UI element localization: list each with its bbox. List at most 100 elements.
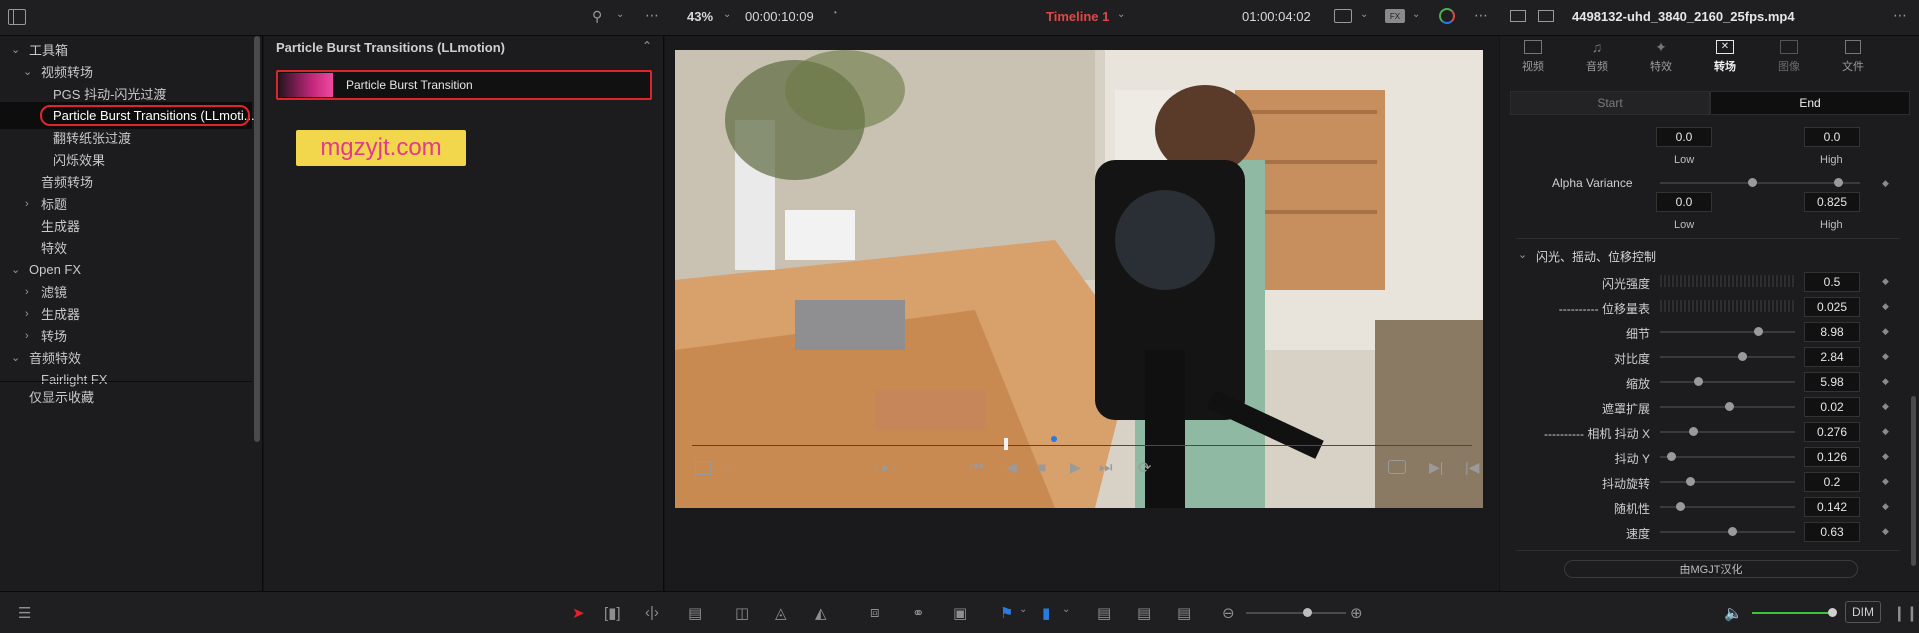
more-options-icon[interactable]: ⋯ [645,7,659,24]
link-icon[interactable]: ⚭ [912,604,925,622]
loop-icon[interactable]: ⟳ [1138,458,1151,478]
keyframe-diamond-icon[interactable]: ◆ [1882,526,1889,537]
param-slider-knob[interactable] [1686,477,1695,486]
chevron-up-icon[interactable]: ⌃ [642,39,652,53]
param-value-field[interactable]: 8.98 [1804,322,1860,342]
param-slider-track[interactable] [1660,356,1795,358]
more-options-icon[interactable]: ⋯ [1474,7,1488,24]
alpha-range-track[interactable] [1660,182,1860,184]
zoom-detail-icon[interactable]: ▤ [1137,604,1151,622]
speaker-icon[interactable]: 🔈 [1724,604,1743,622]
zoom-level[interactable]: 43% [687,9,713,24]
tab-transition[interactable]: ✕ 转场 [1705,40,1745,74]
favorites-toggle[interactable]: 仅显示收藏 [29,387,94,406]
range-high-field[interactable]: 0.0 [1804,127,1860,147]
play-reverse-icon[interactable]: ◀ [1006,459,1017,476]
param-gradient-slider[interactable] [1660,275,1795,287]
alpha-low-knob[interactable] [1748,178,1757,187]
param-slider-knob[interactable] [1694,377,1703,386]
volume-slider-track[interactable] [1752,612,1832,614]
keyframe-diamond-icon[interactable]: ◆ [1882,451,1889,462]
param-slider-knob[interactable] [1738,352,1747,361]
transform-overlay-icon[interactable] [695,461,711,475]
in-point-marker[interactable] [1051,436,1057,442]
param-gradient-slider[interactable] [1660,300,1795,312]
timeline-view-options-icon[interactable]: ☰ [18,604,31,622]
inspector-scrollbar[interactable] [1911,396,1916,566]
effect-item-particle-burst[interactable]: Particle Burst Transition [276,70,652,100]
overwrite-clip-icon[interactable]: ◬ [775,604,787,622]
keyframe-diamond-icon[interactable]: ◆ [1882,178,1889,189]
param-slider-knob[interactable] [1728,527,1737,536]
chevron-down-icon[interactable]: ⌄ [1360,9,1368,20]
viewer-scrubber-track[interactable] [692,445,1472,446]
tab-image[interactable]: 图像 [1769,40,1809,74]
keyframe-diamond-icon[interactable]: ◆ [1882,401,1889,412]
zoom-in-icon[interactable]: ⊕ [1350,604,1363,622]
chevron-down-icon[interactable]: ⌄ [1518,248,1527,261]
image-icon[interactable] [1510,10,1526,22]
param-slider-track[interactable] [1660,456,1795,458]
timeline-name[interactable]: Timeline 1 [1046,9,1109,24]
replace-clip-icon[interactable]: ◭ [815,604,827,622]
param-value-field[interactable]: 0.02 [1804,397,1860,417]
tab-file[interactable]: 文件 [1833,40,1873,74]
dim-button[interactable]: DIM [1845,601,1881,623]
zoom-custom-icon[interactable]: ▤ [1177,604,1191,622]
keyframe-diamond-icon[interactable]: ◆ [1882,501,1889,512]
param-slider-knob[interactable] [1689,427,1698,436]
param-slider-knob[interactable] [1676,502,1685,511]
keyframe-diamond-icon[interactable]: ◆ [1882,276,1889,287]
playhead-marker[interactable] [1004,438,1008,450]
fx-bypass-icon[interactable]: FX [1385,9,1405,23]
keyframe-diamond-icon[interactable]: ◆ [1882,301,1889,312]
tree-scrollbar[interactable] [254,36,260,442]
zoom-chevron-icon[interactable]: ⌄ [723,9,731,20]
insert-clip-icon[interactable]: ◫ [735,604,749,622]
keyframe-diamond-icon[interactable]: ◆ [1882,426,1889,437]
alpha-high-knob[interactable] [1834,178,1843,187]
chevron-down-icon[interactable]: ⌄ [1019,604,1027,615]
chevron-down-icon[interactable]: ⌄ [616,9,624,20]
timeline-chevron-icon[interactable]: ⌄ [1117,9,1125,20]
param-value-field[interactable]: 0.5 [1804,272,1860,292]
skip-to-start-icon[interactable]: ⏮ [970,459,984,476]
credit-button[interactable]: 由MGJT汉化 [1564,560,1858,578]
param-value-field[interactable]: 2.84 [1804,347,1860,367]
param-slider-track[interactable] [1660,431,1795,433]
param-value-field[interactable]: 0.126 [1804,447,1860,467]
zoom-slider-track[interactable] [1246,612,1346,614]
param-value-field[interactable]: 0.2 [1804,472,1860,492]
param-value-field[interactable]: 0.142 [1804,497,1860,517]
split-view-icon[interactable] [1538,10,1554,22]
marker-icon[interactable]: ▮ [1042,604,1050,622]
param-slider-knob[interactable] [1754,327,1763,336]
more-options-icon[interactable]: ⋯ [1893,7,1907,24]
end-tab[interactable]: End [1710,91,1910,115]
chevron-down-icon[interactable]: ⌄ [1412,9,1420,20]
trim-edit-icon[interactable]: [▮] [604,604,621,622]
param-slider-track[interactable] [1660,481,1795,483]
chevron-down-icon[interactable]: ⌄ [1062,604,1070,615]
param-slider-knob[interactable] [1667,452,1676,461]
range-low-field[interactable]: 0.0 [1656,127,1712,147]
audio-meter-icon[interactable]: ❙❙ [1893,604,1918,622]
param-slider-track[interactable] [1660,331,1795,333]
chevron-down-icon[interactable]: ⌄ [724,462,732,473]
section-title[interactable]: 闪光、摇动、位移控制 [1536,248,1656,265]
alpha-low-field[interactable]: 0.0 [1656,192,1712,212]
flag-icon[interactable]: ⚑ [1000,604,1013,622]
param-slider-track[interactable] [1660,381,1795,383]
color-wheel-icon[interactable] [1439,8,1455,24]
panel-toggle-icon[interactable] [8,9,26,25]
dynamic-trim-icon[interactable]: ‹|› [645,604,659,621]
keyframe-diamond-icon[interactable]: ◆ [1882,476,1889,487]
param-slider-knob[interactable] [1725,402,1734,411]
tab-video[interactable]: 视频 [1513,40,1553,74]
keyframe-diamond-icon[interactable]: ◆ [1882,376,1889,387]
param-value-field[interactable]: 0.025 [1804,297,1860,317]
snapping-icon[interactable]: ⧈ [870,604,880,621]
skip-to-end-icon[interactable]: ⏭ [1099,459,1113,476]
keyframe-diamond-icon[interactable]: ◆ [1882,351,1889,362]
zoom-full-icon[interactable]: ▤ [1097,604,1111,622]
